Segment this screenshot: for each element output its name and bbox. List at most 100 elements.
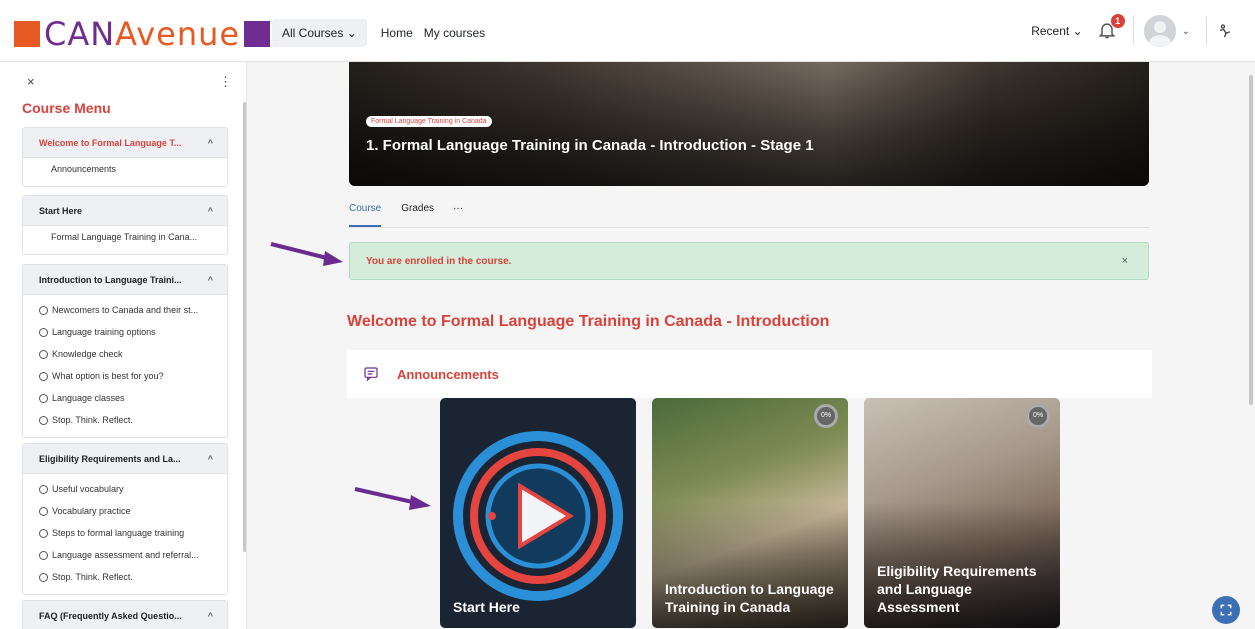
expand-icon [1220, 604, 1232, 616]
activity-item[interactable]: What option is best for you? [23, 365, 227, 387]
chevron-up-icon[interactable]: ^ [208, 206, 213, 216]
course-category-badge[interactable]: Formal Language Training in Canada [366, 116, 492, 127]
course-tabs: Course Grades ··· [349, 203, 1149, 228]
tab-course[interactable]: Course [349, 203, 382, 227]
top-navbar: CANAvenue All Courses ⌄ Home My courses … [0, 0, 1255, 62]
card-title: Start Here [453, 599, 520, 615]
notification-badge: 1 [1110, 14, 1125, 28]
course-index-drawer: × ⋮ Course Menu Welcome to Formal Langua… [0, 62, 247, 629]
arrow-annotation-icon [354, 487, 431, 510]
section-item[interactable]: Formal Language Training in Cana... [23, 226, 227, 248]
tab-more[interactable]: ··· [453, 203, 474, 227]
section-card[interactable]: 0% Introduction to Language Training in … [652, 398, 848, 628]
activity-item[interactable]: Useful vocabulary [23, 478, 227, 500]
activity-item[interactable]: Language training options [23, 321, 227, 343]
kebab-menu-icon[interactable]: ⋮ [219, 74, 232, 90]
incomplete-circle-icon [39, 572, 48, 582]
activity-label: Language assessment and referral... [52, 550, 199, 560]
chevron-down-icon[interactable]: ⌄ [1182, 26, 1190, 37]
progress-ring: 0% [814, 404, 838, 428]
section-item[interactable]: Announcements [23, 158, 227, 180]
activity-label: Steps to formal language training [52, 528, 185, 538]
section-title: Eligibility Requirements and La... [39, 453, 181, 464]
logo-text-avenue: Avenue [115, 15, 241, 53]
activity-item[interactable]: Newcomers to Canada and their st... [23, 299, 227, 321]
activity-label: Stop. Think. Reflect. [52, 572, 133, 582]
section-card[interactable]: Start Here [440, 398, 636, 628]
chevron-up-icon[interactable]: ^ [208, 275, 213, 285]
incomplete-circle-icon [39, 305, 48, 315]
avatar[interactable] [1143, 15, 1176, 47]
course-header-banner: Formal Language Training in Canada 1. Fo… [349, 62, 1149, 186]
notifications-button[interactable]: 1 [1097, 14, 1125, 42]
incomplete-circle-icon [39, 393, 48, 403]
course-menu-title: Course Menu [22, 100, 111, 116]
logo-purple-square [244, 21, 271, 47]
course-section: Introduction to Language Traini... ^ Newc… [22, 264, 228, 438]
section-header[interactable]: FAQ (Frequently Asked Questio... ^ [23, 601, 227, 629]
logo-text: CANAvenue [44, 17, 240, 51]
play-logo-image [453, 431, 623, 601]
section-header[interactable]: Welcome to Formal Language T... ^ [23, 128, 227, 158]
main-content: Formal Language Training in Canada 1. Fo… [247, 62, 1255, 629]
all-courses-dropdown[interactable]: All Courses ⌄ [272, 19, 367, 47]
section-title: FAQ (Frequently Asked Questio... [39, 610, 182, 621]
divider [1132, 17, 1134, 45]
activity-item[interactable]: Stop. Think. Reflect. [23, 566, 227, 588]
section-header[interactable]: Start Here ^ [23, 196, 227, 226]
activity-label: Language classes [52, 393, 125, 403]
activity-item[interactable]: Knowledge check [23, 343, 227, 365]
forum-icon [364, 367, 378, 382]
accessibility-icon[interactable] [1217, 22, 1235, 40]
chevron-up-icon[interactable]: ^ [208, 138, 213, 148]
course-title: 1. Formal Language Training in Canada - … [366, 137, 814, 154]
logo-orange-square [14, 21, 40, 47]
nav-my-courses[interactable]: My courses [424, 26, 485, 40]
activity-item[interactable]: Vocabulary practice [23, 500, 227, 522]
incomplete-circle-icon [39, 415, 48, 425]
incomplete-circle-icon [39, 327, 48, 337]
canavenue-logo[interactable]: CANAvenue [14, 17, 271, 51]
section-title: Start Here [39, 205, 83, 216]
section-title: Introduction to Language Traini... [39, 274, 182, 285]
progress-ring: 0% [1026, 404, 1050, 428]
chevron-up-icon[interactable]: ^ [208, 611, 213, 621]
activity-item[interactable]: Steps to formal language training [23, 522, 227, 544]
incomplete-circle-icon [39, 506, 48, 516]
incomplete-circle-icon [39, 349, 48, 359]
enrolment-alert: You are enrolled in the course. × [349, 242, 1149, 280]
incomplete-circle-icon [39, 371, 48, 381]
close-alert-button[interactable]: × [1122, 255, 1128, 267]
section-header[interactable]: Eligibility Requirements and La... ^ [23, 444, 227, 474]
announcements-activity[interactable]: Announcements [347, 350, 1152, 398]
activity-label: Newcomers to Canada and their st... [52, 305, 199, 315]
user-nav: Recent ⌄ 1 ⌄ [1031, 0, 1255, 62]
activity-label: Knowledge check [52, 349, 123, 359]
nav-home[interactable]: Home [381, 26, 413, 40]
incomplete-circle-icon [39, 528, 48, 538]
page-scrollbar[interactable] [1249, 75, 1253, 405]
activity-item[interactable]: Stop. Think. Reflect. [23, 409, 227, 431]
chevron-up-icon[interactable]: ^ [208, 454, 213, 464]
primary-nav: All Courses ⌄ Home My courses [272, 19, 496, 47]
activity-label: Stop. Think. Reflect. [52, 415, 133, 425]
course-section: Welcome to Formal Language T... ^ Announc… [22, 127, 228, 187]
tab-grades[interactable]: Grades [401, 203, 445, 227]
course-section: Start Here ^ Formal Language Training in … [22, 195, 228, 255]
course-section: Eligibility Requirements and La... ^ Usef… [22, 443, 228, 595]
card-title: Eligibility Requirements and Language As… [877, 563, 1037, 615]
activity-label: Vocabulary practice [52, 506, 131, 516]
divider [1206, 17, 1207, 45]
section-header[interactable]: Introduction to Language Traini... ^ [23, 265, 227, 295]
section-card[interactable]: 0% Eligibility Requirements and Language… [864, 398, 1060, 628]
announcements-link: Announcements [397, 366, 499, 382]
fullscreen-button[interactable] [1212, 596, 1240, 624]
activity-label: Language training options [52, 327, 156, 337]
activity-item[interactable]: Language classes [23, 387, 227, 409]
section-heading: Welcome to Formal Language Training in C… [347, 313, 830, 330]
activity-item[interactable]: Language assessment and referral... [23, 544, 227, 566]
recent-dropdown[interactable]: Recent ⌄ [1031, 24, 1082, 38]
logo-text-can: CAN [44, 15, 116, 53]
close-drawer-button[interactable]: × [27, 74, 35, 89]
card-title: Introduction to Language Training in Can… [665, 581, 834, 615]
